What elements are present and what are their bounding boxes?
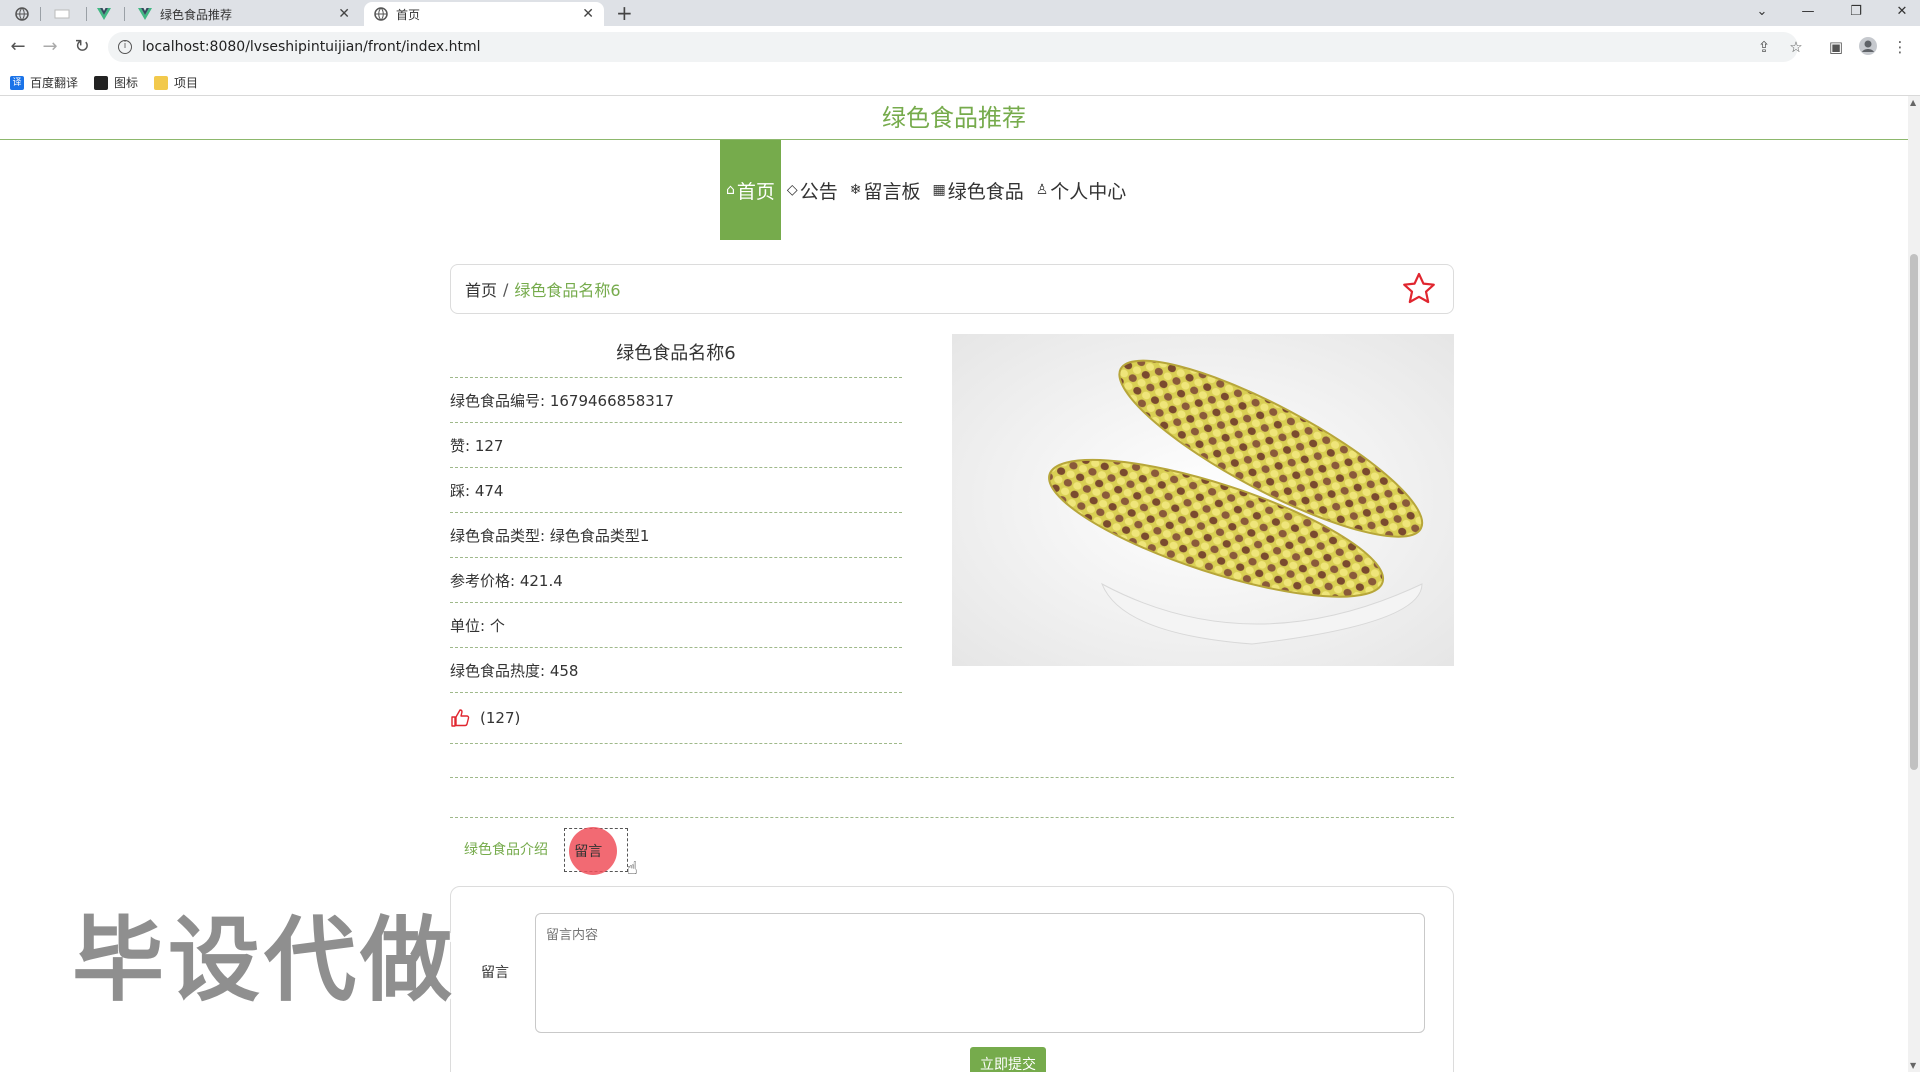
bookmark-baidu-translate[interactable]: 译 百度翻译: [10, 74, 78, 91]
breadcrumb: 首页 / 绿色食品名称6: [450, 264, 1454, 314]
scroll-up-icon[interactable]: ▲: [1910, 98, 1916, 107]
field-code: 绿色食品编号: 1679466858317: [450, 378, 902, 423]
favorite-star-icon[interactable]: [1401, 271, 1437, 307]
breadcrumb-current: 绿色食品名称6: [514, 281, 621, 300]
site-title: 绿色食品推荐: [0, 96, 1908, 140]
nav-label: 绿色食品: [947, 180, 1024, 203]
nav-user-center[interactable]: ♙ 个人中心: [1030, 140, 1133, 240]
url-text: localhost:8080/lvseshipintuijian/front/i…: [142, 39, 481, 55]
bookmarks-bar: 译 百度翻译 图标 项目: [0, 70, 1920, 96]
field-dislikes: 踩: 474: [450, 468, 902, 513]
grid-icon: ▦: [932, 182, 946, 198]
product-name: 绿色食品名称6: [450, 326, 902, 378]
submit-button[interactable]: 立即提交: [970, 1047, 1046, 1072]
tab-message[interactable]: 留言 ☝: [564, 827, 638, 879]
tab-title: 首页: [396, 7, 421, 22]
address-bar-row: ← → ↻ i localhost:8080/lvseshipintuijian…: [0, 26, 1920, 70]
comment-form: 留言 立即提交: [450, 886, 1454, 1072]
nav-label: 公告: [799, 180, 838, 203]
side-panel-icon[interactable]: ▣: [1826, 38, 1846, 56]
bookmark-label: 图标: [114, 76, 139, 90]
minimize-button[interactable]: —: [1788, 0, 1828, 22]
tab-lvse-shipin[interactable]: 绿色食品推荐 ✕: [128, 2, 360, 26]
folder-icon: [154, 75, 169, 90]
vue-logo-icon: [138, 8, 152, 20]
bookmark-label: 百度翻译: [30, 76, 79, 90]
field-likes: 赞: 127: [450, 423, 902, 468]
watermark-text: 毕设代做: [72, 907, 457, 1014]
share-icon[interactable]: ⇪: [1754, 38, 1774, 56]
product-info: 绿色食品名称6 绿色食品编号: 1679466858317 赞: 127 踩: …: [450, 326, 902, 744]
nav-home[interactable]: ⌂ 首页: [720, 140, 781, 240]
breadcrumb-home[interactable]: 首页: [465, 277, 497, 301]
bookmark-project[interactable]: 项目: [154, 74, 198, 91]
tab-home[interactable]: 首页 ✕: [364, 2, 604, 26]
profile-icon[interactable]: [1858, 36, 1878, 60]
blank-page-icon[interactable]: [48, 3, 76, 25]
browser-tab-bar: 绿色食品推荐 ✕ 首页 ✕ + ⌄ — ❐ ✕: [0, 0, 1920, 26]
reload-button[interactable]: ↻: [70, 36, 94, 57]
nav-message-board[interactable]: ❄ 留言板: [844, 140, 927, 240]
chevron-down-icon[interactable]: ⌄: [1742, 0, 1782, 22]
comment-textarea[interactable]: [535, 913, 1425, 1033]
nav-label: 留言板: [863, 180, 921, 203]
tab-label: 留言: [574, 844, 603, 860]
restore-button[interactable]: ❐: [1836, 0, 1876, 22]
like-count: (127): [480, 709, 521, 727]
product-image: [952, 334, 1454, 666]
translate-icon: 译: [10, 75, 24, 90]
menu-kebab-icon[interactable]: ⋮: [1890, 38, 1910, 56]
back-button[interactable]: ←: [6, 36, 30, 57]
field-unit: 单位: 个: [450, 603, 902, 648]
nav-announcement[interactable]: ◇ 公告: [781, 140, 844, 240]
close-window-button[interactable]: ✕: [1882, 0, 1920, 22]
page-content: 绿色食品推荐 ⌂ 首页 ◇ 公告 ❄ 留言板 ▦ 绿色食品 ♙ 个人中心 首页 …: [0, 96, 1908, 1072]
hand-cursor-icon: ☝: [626, 858, 638, 879]
comment-label: 留言: [481, 965, 509, 981]
nav-green-food[interactable]: ▦ 绿色食品: [926, 140, 1029, 240]
info-icon[interactable]: i: [118, 40, 132, 54]
url-field[interactable]: i localhost:8080/lvseshipintuijian/front…: [108, 32, 1798, 62]
scroll-down-icon[interactable]: ▼: [1910, 1061, 1916, 1070]
field-popularity: 绿色食品热度: 458: [450, 648, 902, 693]
section-divider: [450, 817, 1454, 818]
field-price: 参考价格: 421.4: [450, 558, 902, 603]
main-nav: ⌂ 首页 ◇ 公告 ❄ 留言板 ▦ 绿色食品 ♙ 个人中心: [720, 140, 1132, 240]
section-divider: [450, 777, 1454, 778]
image-icon: [94, 75, 109, 90]
thumbs-up-icon: [451, 709, 470, 727]
home-icon: ⌂: [726, 182, 735, 198]
tab-food-intro[interactable]: 绿色食品介绍: [450, 828, 562, 872]
detail-tabs: 绿色食品介绍 留言 ☝: [450, 827, 638, 879]
nav-label: 首页: [736, 180, 775, 203]
forward-button[interactable]: →: [38, 36, 62, 57]
bookmark-label: 项目: [174, 76, 199, 90]
vue-logo-icon[interactable]: [90, 3, 118, 25]
page-scrollbar[interactable]: ▲ ▼: [1908, 96, 1920, 1072]
scrollbar-thumb[interactable]: [1910, 254, 1918, 770]
globe-icon: [374, 7, 388, 21]
close-icon[interactable]: ✕: [338, 6, 350, 22]
nav-label: 个人中心: [1050, 180, 1127, 203]
breadcrumb-separator: /: [503, 279, 509, 299]
tab-title: 绿色食品推荐: [160, 7, 233, 22]
new-tab-button[interactable]: +: [616, 2, 633, 24]
tag-icon: ◇: [786, 182, 798, 198]
bookmark-star-icon[interactable]: ☆: [1786, 38, 1806, 56]
bookmark-icons[interactable]: 图标: [94, 74, 138, 91]
snowflake-icon: ❄: [849, 182, 862, 198]
close-icon[interactable]: ✕: [582, 6, 594, 22]
field-type: 绿色食品类型: 绿色食品类型1: [450, 513, 902, 558]
globe-icon[interactable]: [8, 3, 36, 25]
user-icon: ♙: [1035, 182, 1049, 198]
like-button[interactable]: (127): [450, 693, 902, 744]
